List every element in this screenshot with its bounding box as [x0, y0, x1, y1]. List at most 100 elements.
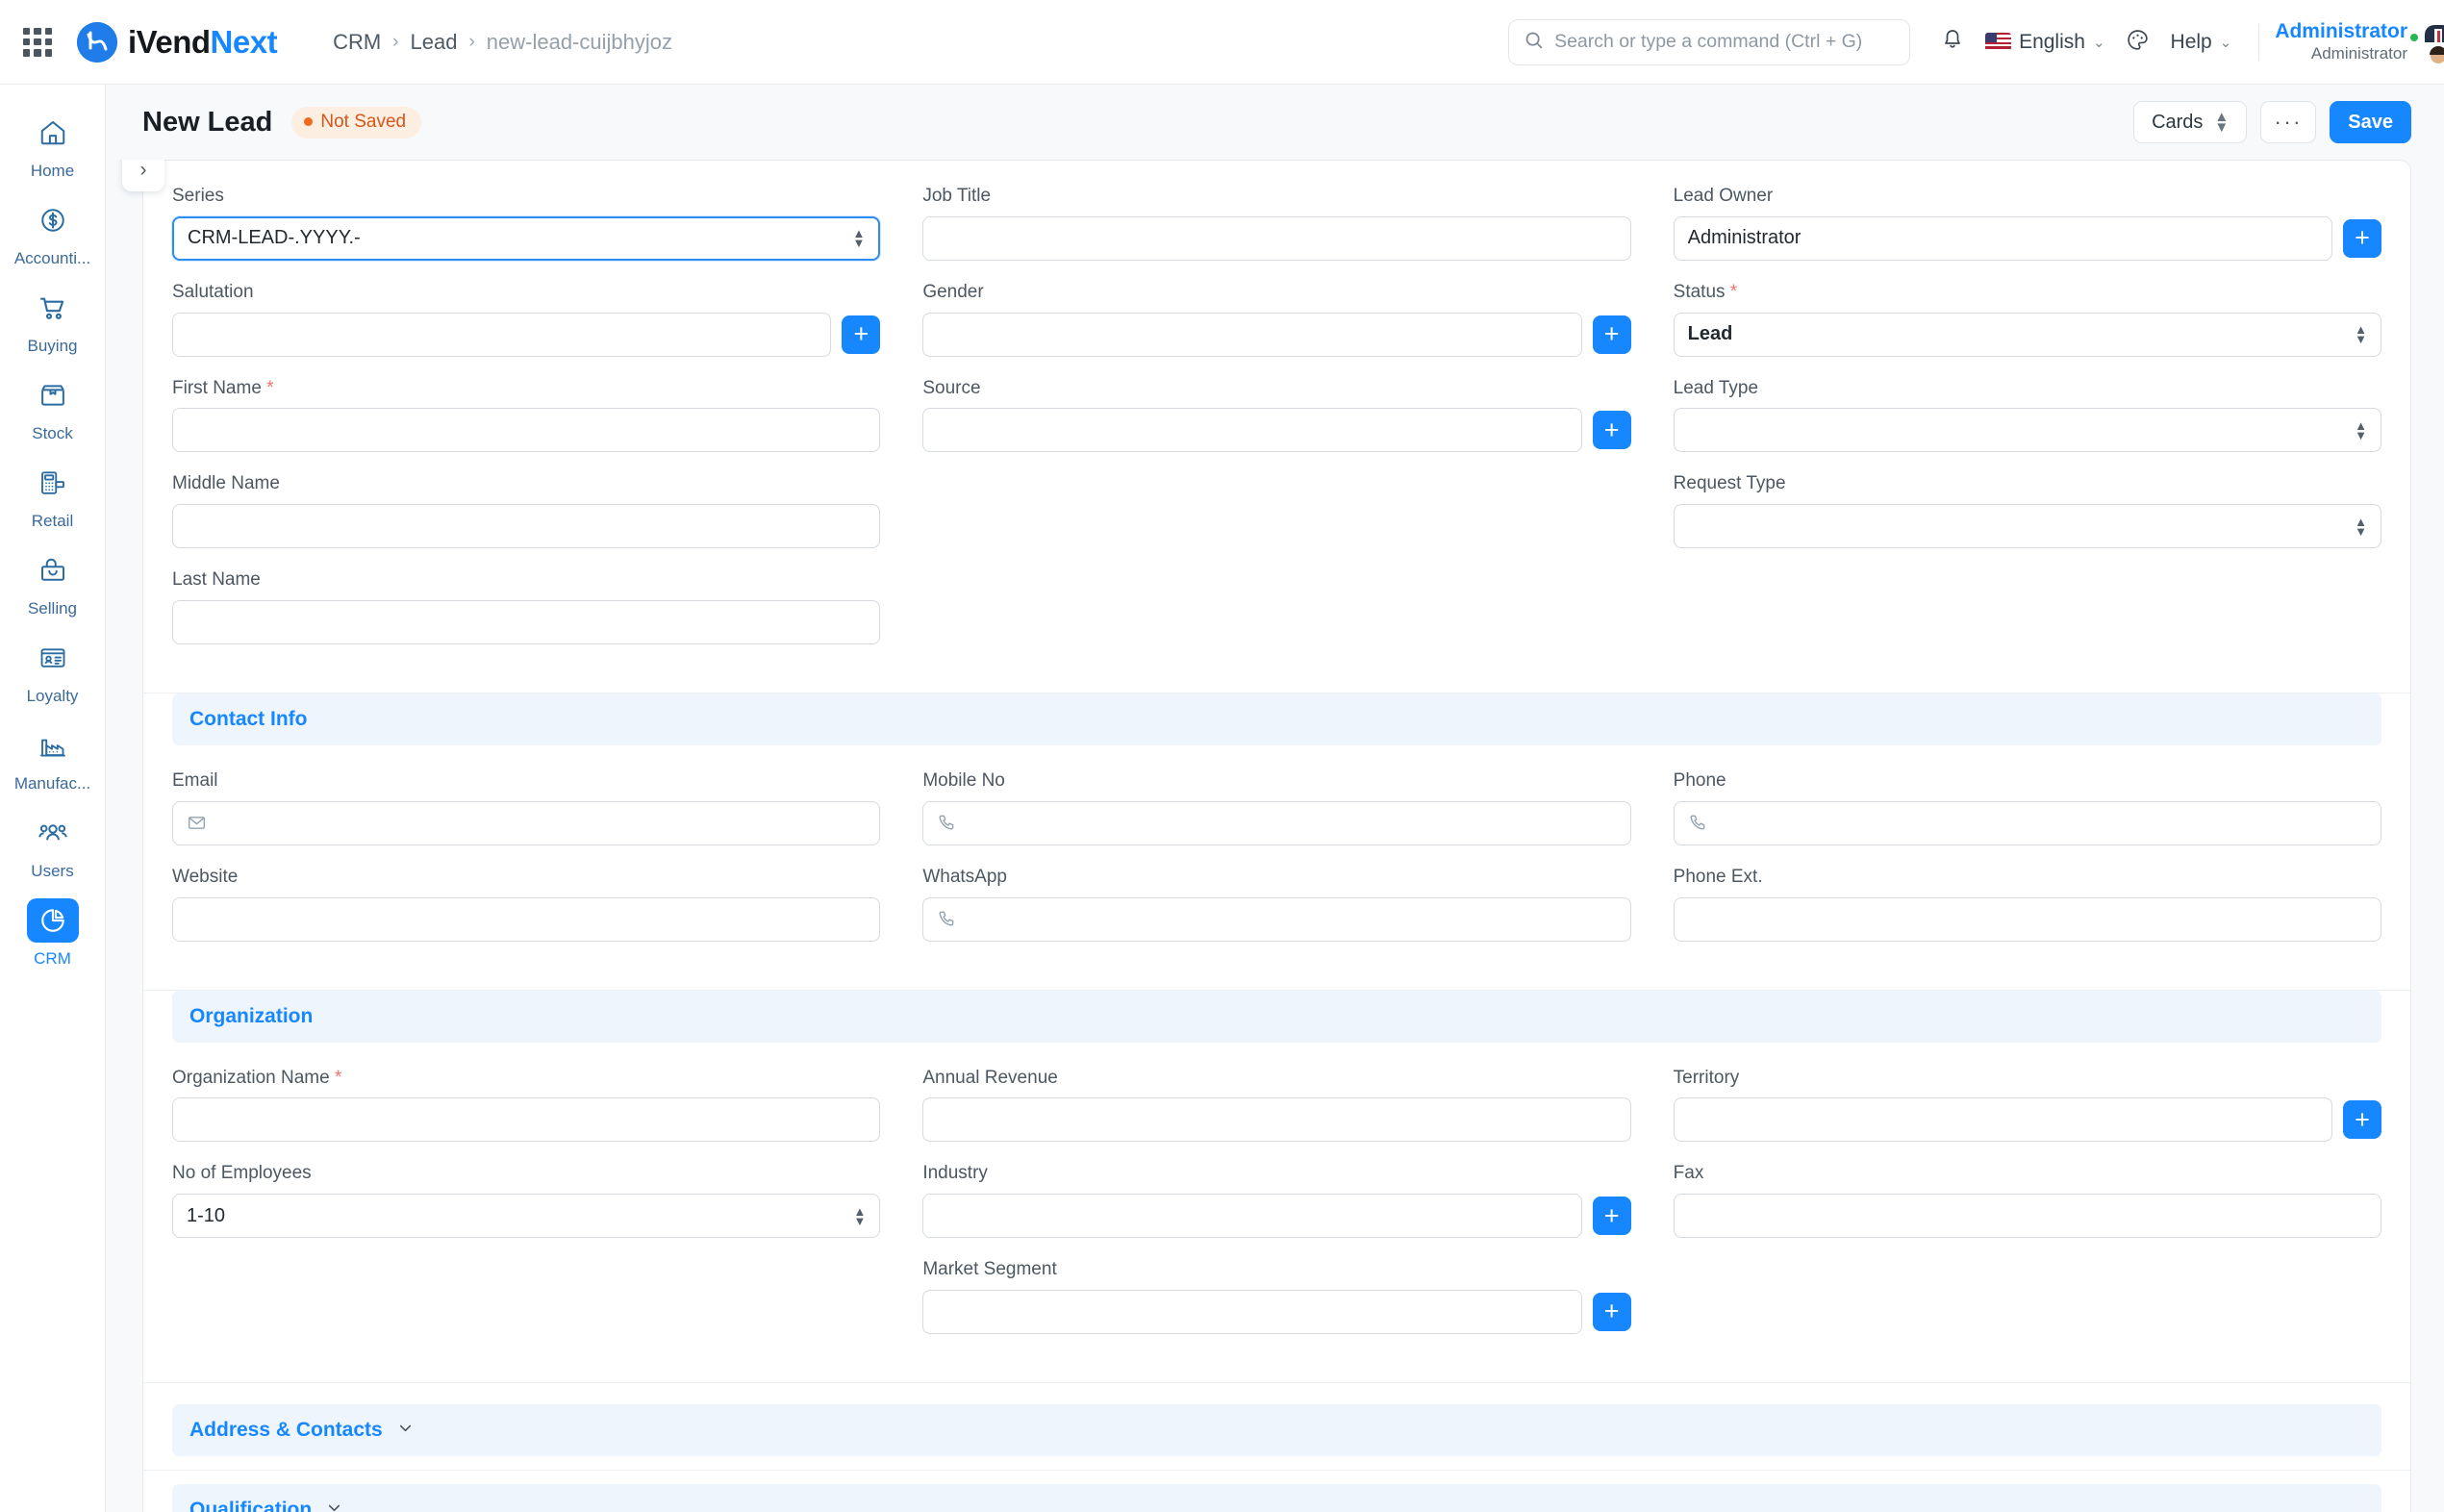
sidebar-item-loyalty[interactable]: Loyalty: [9, 627, 97, 713]
language-selector[interactable]: English ⌄: [1974, 31, 2116, 54]
field-job-title: Job Title: [922, 186, 1631, 261]
market-segment-input[interactable]: [922, 1289, 1582, 1334]
sidebar-item-accounting[interactable]: Accounti...: [9, 189, 97, 275]
user-name: Administrator: [2275, 20, 2407, 43]
whatsapp-input[interactable]: [922, 896, 1631, 942]
territory-input[interactable]: [1673, 1097, 2332, 1143]
brand-name: iVendNext: [128, 23, 278, 60]
breadcrumb-item-crm[interactable]: CRM: [333, 30, 381, 55]
breadcrumb-separator: ›: [468, 31, 475, 52]
lead-type-select[interactable]: ▲ ▼: [1673, 408, 2381, 453]
status-select[interactable]: Lead ▲ ▼: [1673, 312, 2381, 357]
field-label: Territory: [1673, 1067, 1740, 1088]
view-mode-select[interactable]: Cards ▲ ▼: [2133, 101, 2248, 143]
add-territory-button[interactable]: +: [2342, 1100, 2381, 1140]
shopping-cart-icon: [27, 286, 79, 330]
stepper-icon: ▲ ▼: [2355, 514, 2367, 539]
column-2: Annual Revenue Industry + Market Segment…: [922, 1068, 1631, 1355]
shopping-bag-icon: [27, 548, 79, 592]
section-lead-details: Series CRM-LEAD-.YYYY.- ▲ ▼ Salutation +…: [143, 161, 2410, 693]
plus-icon: +: [2355, 1104, 2370, 1134]
industry-input[interactable]: [922, 1194, 1582, 1239]
phone-input[interactable]: [1673, 800, 2381, 845]
stepper-icon: ▲ ▼: [2214, 109, 2230, 136]
fax-input[interactable]: [1673, 1194, 2381, 1239]
apps-grid-icon[interactable]: [21, 26, 54, 59]
bell-icon: [1941, 28, 1964, 56]
field-label: Salutation: [172, 281, 254, 302]
status-badge: Not Saved: [291, 106, 422, 139]
column-1: Series CRM-LEAD-.YYYY.- ▲ ▼ Salutation +…: [172, 186, 881, 666]
sidebar-item-buying[interactable]: Buying: [9, 277, 97, 363]
job-title-input[interactable]: [922, 215, 1631, 261]
help-menu[interactable]: Help ⌄: [2159, 31, 2244, 54]
user-role: Administrator: [2310, 43, 2407, 63]
sidebar-item-stock[interactable]: Stock: [9, 365, 97, 450]
column-3: Lead Owner Administrator + Status * Lead…: [1673, 186, 2381, 666]
no-of-employees-select[interactable]: 1-10 ▲ ▼: [172, 1194, 881, 1239]
add-lead-owner-button[interactable]: +: [2342, 218, 2381, 258]
field-annual-revenue: Annual Revenue: [922, 1068, 1631, 1143]
field-label: Organization Name *: [172, 1067, 342, 1088]
add-gender-button[interactable]: +: [1592, 315, 1631, 354]
sidebar-label: Manufac...: [13, 774, 91, 793]
last-name-input[interactable]: [172, 599, 881, 644]
field-source: Source +: [922, 378, 1631, 453]
user-identity: Administrator Administrator: [2275, 20, 2407, 63]
section-header-qualification[interactable]: Qualification: [172, 1483, 2381, 1512]
section-header-address-contacts[interactable]: Address & Contacts: [172, 1403, 2381, 1456]
sidebar-item-crm[interactable]: CRM: [9, 890, 97, 975]
first-name-input[interactable]: [172, 408, 881, 453]
breadcrumb: CRM › Lead › new-lead-cuijbhyjoz: [333, 30, 672, 55]
add-salutation-button[interactable]: +: [842, 315, 881, 354]
sidebar-item-users[interactable]: Users: [9, 802, 97, 888]
request-type-select[interactable]: ▲ ▼: [1673, 504, 2381, 549]
user-menu[interactable]: Administrator Administrator: [2275, 20, 2444, 63]
field-last-name: Last Name: [172, 569, 881, 644]
breadcrumb-item-lead[interactable]: Lead: [411, 30, 458, 55]
email-input[interactable]: [172, 800, 881, 845]
sidebar-label: Retail: [31, 512, 74, 530]
theme-switcher-button[interactable]: [2117, 21, 2159, 63]
search-input[interactable]: Search or type a command (Ctrl + G): [1508, 18, 1911, 65]
section-header-contact-info[interactable]: Contact Info: [172, 693, 2381, 745]
notifications-button[interactable]: [1931, 21, 1974, 63]
website-input[interactable]: [172, 896, 881, 942]
save-button[interactable]: Save: [2330, 101, 2411, 143]
series-select[interactable]: CRM-LEAD-.YYYY.- ▲ ▼: [172, 215, 881, 261]
sidebar-item-manufacturing[interactable]: Manufac...: [9, 715, 97, 800]
series-value: CRM-LEAD-.YYYY.-: [188, 227, 361, 249]
sidebar-item-retail[interactable]: Retail: [9, 452, 97, 538]
phone-icon: [937, 909, 957, 929]
salutation-input[interactable]: [172, 312, 832, 357]
field-label: Request Type: [1673, 473, 1786, 494]
add-source-button[interactable]: +: [1592, 411, 1631, 450]
annual-revenue-input[interactable]: [922, 1097, 1631, 1143]
lead-owner-input[interactable]: Administrator: [1673, 215, 2332, 261]
column-1: Organization Name * No of Employees 1-10…: [172, 1067, 881, 1355]
sidebar-item-selling[interactable]: Selling: [9, 540, 97, 625]
stepper-icon: ▲ ▼: [852, 226, 866, 251]
page-title: New Lead: [142, 106, 273, 138]
sidebar-item-home[interactable]: Home: [9, 102, 97, 188]
chevron-down-icon: [325, 1499, 343, 1512]
add-industry-button[interactable]: +: [1592, 1197, 1631, 1236]
left-sidebar: Home Accounti... Buying Stock Retail Sel…: [0, 85, 106, 1512]
add-market-segment-button[interactable]: +: [1592, 1292, 1631, 1331]
field-salutation: Salutation +: [172, 281, 881, 357]
sidebar-expand-toggle[interactable]: ›: [122, 160, 164, 191]
form-scroll-area[interactable]: › Series CRM-LEAD-.YYYY.- ▲ ▼ Salutation…: [106, 160, 2444, 1512]
brand-logo-link[interactable]: iVendNext: [77, 21, 278, 63]
source-input[interactable]: [922, 408, 1582, 453]
section-header-organization[interactable]: Organization: [172, 990, 2381, 1043]
field-lead-type: Lead Type ▲ ▼: [1673, 378, 2381, 453]
lead-form-card: › Series CRM-LEAD-.YYYY.- ▲ ▼ Salutation…: [122, 160, 2411, 1512]
phone-ext-input[interactable]: [1673, 896, 2381, 942]
field-label: Status *: [1673, 281, 1738, 302]
organization-name-input[interactable]: [172, 1097, 881, 1143]
middle-name-input[interactable]: [172, 504, 881, 549]
mobile-no-input[interactable]: [922, 800, 1631, 845]
more-menu-button[interactable]: ···: [2260, 101, 2317, 143]
gender-input[interactable]: [922, 312, 1582, 357]
sidebar-label: Loyalty: [26, 687, 79, 705]
